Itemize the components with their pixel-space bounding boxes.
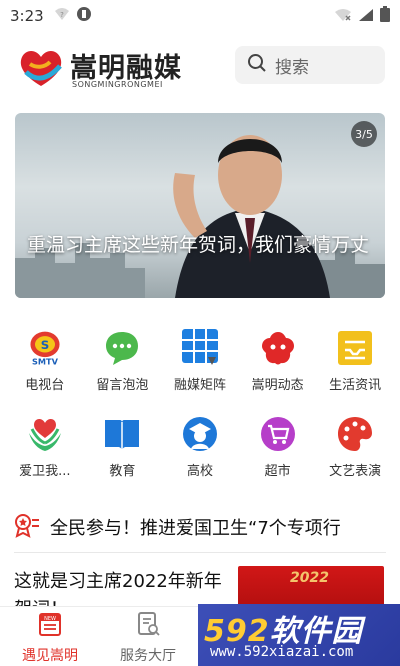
smtv-logo-icon: S SMTV — [25, 328, 65, 368]
header: 嵩明融媒 SONGMINGRONGMEI 搜索 — [0, 40, 400, 92]
svg-text:SMTV: SMTV — [32, 356, 59, 366]
feature-label: 融媒矩阵 — [173, 378, 226, 393]
feature-label: 电视台 — [25, 378, 65, 393]
heart-logo-icon — [20, 51, 62, 86]
feature-health[interactable]: 爱卫我... — [6, 414, 84, 500]
tab-label: 服务大厅 — [120, 648, 176, 664]
shopping-cart-icon — [258, 414, 298, 454]
feature-grid: S SMTV 电视台 留言泡泡 融媒矩阵 嵩明动态 生活资讯 爱卫我... 教育… — [0, 328, 400, 500]
banner-carousel[interactable]: 3/5 重温习主席这些新年贺词，我们豪情万丈 — [15, 113, 385, 298]
feature-row-2: 爱卫我... 教育 高校 超市 文艺表演 — [0, 414, 400, 500]
battery-icon — [380, 6, 390, 26]
site-watermark: 592软件园 www.592xiazai.com — [198, 604, 400, 666]
feature-university[interactable]: 高校 — [161, 414, 239, 500]
feature-label: 教育 — [109, 464, 136, 479]
banner-caption[interactable]: 重温习主席这些新年贺词，我们豪情万丈 — [27, 231, 377, 259]
palette-icon — [335, 414, 375, 454]
feature-label: 超市 — [264, 464, 291, 479]
svg-text:S: S — [41, 338, 50, 352]
feature-supermarket[interactable]: 超市 — [239, 414, 317, 500]
graduate-icon — [180, 414, 220, 454]
feature-row-1: S SMTV 电视台 留言泡泡 融媒矩阵 嵩明动态 生活资讯 — [0, 328, 400, 414]
feature-tv-station[interactable]: S SMTV 电视台 — [6, 328, 84, 414]
search-box[interactable]: 搜索 — [235, 46, 385, 84]
banner-counter: 3/5 — [351, 121, 377, 147]
matrix-grid-icon — [180, 328, 220, 368]
feature-media-matrix[interactable]: 融媒矩阵 — [161, 328, 239, 414]
chat-bubble-icon — [102, 328, 142, 368]
tab-label: 遇见嵩明 — [22, 648, 78, 664]
feature-education[interactable]: 教育 — [84, 414, 162, 500]
status-time: 3:23 — [10, 7, 44, 25]
feature-label: 文艺表演 — [329, 464, 382, 479]
feature-local-news[interactable]: 嵩明动态 — [239, 328, 317, 414]
signal-icon — [358, 7, 374, 26]
divider — [14, 552, 386, 553]
brand-subtitle: SONGMINGRONGMEI — [72, 80, 163, 89]
svg-text:NEW: NEW — [44, 616, 56, 622]
svg-text:?: ? — [60, 11, 64, 19]
watermark-url: www.592xiazai.com — [210, 644, 354, 660]
feature-message-bubble[interactable]: 留言泡泡 — [84, 328, 162, 414]
notice-text: 全民参与！推进爱国卫生“7个专项行 — [50, 518, 341, 539]
app-notification-icon — [76, 6, 92, 26]
search-icon — [247, 53, 267, 77]
tab-service-hall[interactable]: 服务大厅 — [103, 611, 193, 665]
banner-portrait-image — [173, 135, 330, 298]
life-info-icon — [335, 328, 375, 368]
medal-icon — [14, 512, 40, 542]
book-icon — [102, 414, 142, 454]
news-flower-icon — [258, 328, 298, 368]
search-placeholder: 搜索 — [275, 57, 309, 78]
wifi-off-icon — [334, 7, 352, 26]
news-thumbnail-year: 2022 — [290, 570, 329, 586]
feature-label: 嵩明动态 — [251, 378, 304, 393]
news-paper-icon: NEW — [37, 611, 63, 641]
feature-label: 留言泡泡 — [96, 378, 149, 393]
feature-label: 爱卫我... — [19, 464, 71, 479]
app-logo: 嵩明融媒 SONGMINGRONGMEI — [16, 44, 186, 92]
feature-life-info[interactable]: 生活资讯 — [316, 328, 394, 414]
feature-performance[interactable]: 文艺表演 — [316, 414, 394, 500]
tab-meet-songming[interactable]: NEW 遇见嵩明 — [5, 611, 95, 665]
feature-label: 高校 — [186, 464, 213, 479]
health-care-icon — [25, 414, 65, 454]
service-document-icon — [135, 611, 161, 641]
status-bar: 3:23 ? — [0, 0, 400, 32]
feature-label: 生活资讯 — [329, 378, 382, 393]
wifi-question-icon: ? — [54, 6, 70, 26]
notice-bar[interactable]: 全民参与！推进爱国卫生“7个专项行 — [14, 512, 386, 542]
